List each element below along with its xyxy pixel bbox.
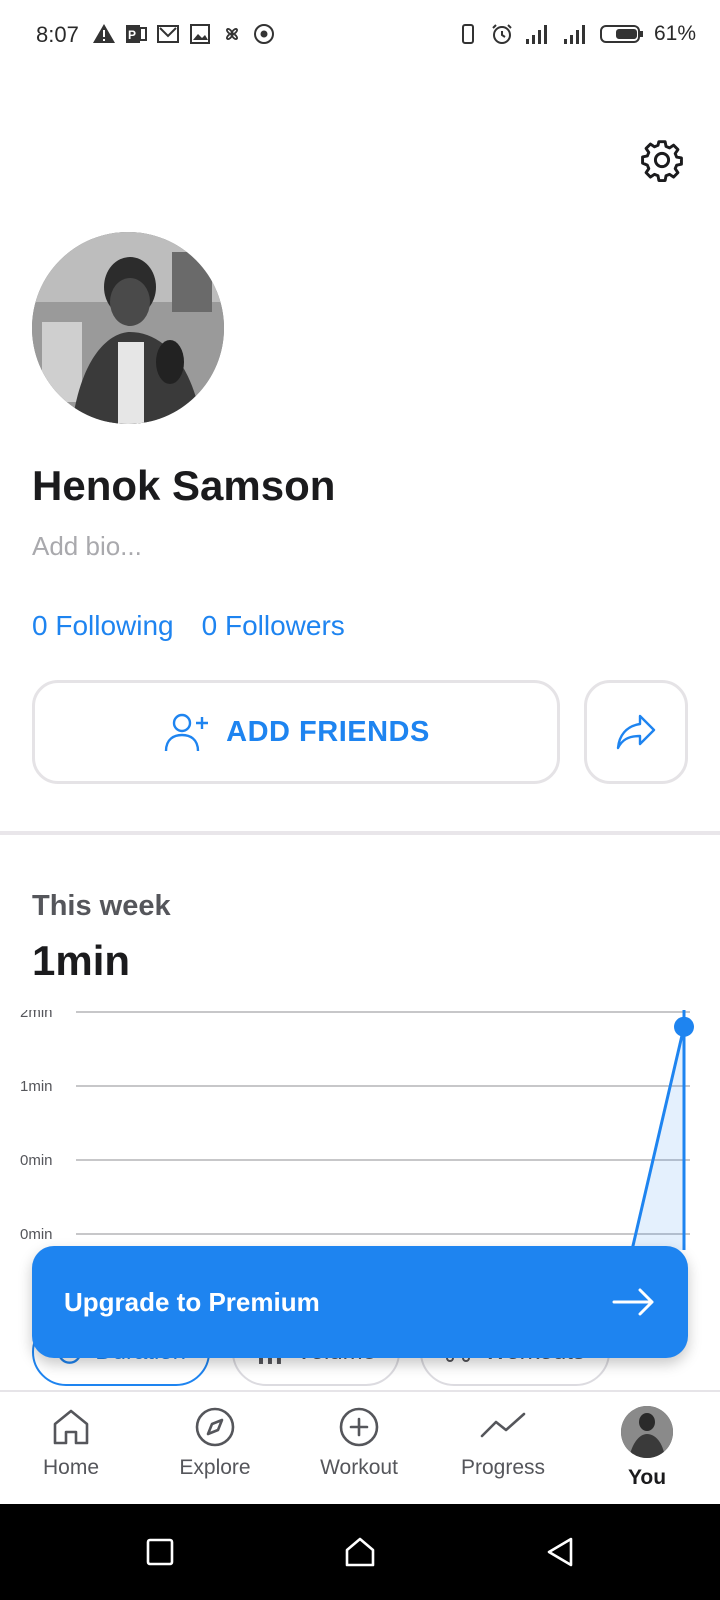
home-system-button[interactable]: [340, 1532, 380, 1572]
bottom-navigation: Home Explore Workout Progress You: [0, 1390, 720, 1504]
following-link[interactable]: 0 Following: [32, 610, 174, 642]
nav-progress[interactable]: Progress: [438, 1406, 568, 1480]
chart-data-point: [674, 1016, 694, 1037]
back-triangle-icon: [547, 1537, 573, 1567]
share-button[interactable]: [584, 680, 688, 784]
add-friends-label: ADD FRIENDS: [226, 715, 430, 748]
image-icon: [190, 24, 210, 44]
notification-icons: P: [92, 22, 276, 46]
system-navigation-bar: [0, 1504, 720, 1600]
add-bio-link[interactable]: Add bio...: [32, 531, 142, 562]
nav-you[interactable]: You: [582, 1406, 712, 1490]
pinwheel-icon: [226, 28, 238, 40]
profile-photo: [32, 232, 224, 424]
svg-text:P: P: [128, 28, 136, 42]
compass-icon: [195, 1407, 235, 1447]
status-bar: 8:07 P 61%: [0, 0, 720, 72]
alarm-icon: [492, 24, 512, 44]
gear-icon: [641, 140, 683, 182]
chart-y-tick-label: 2min: [20, 1010, 53, 1021]
home-icon: [53, 1409, 89, 1445]
recents-button[interactable]: [140, 1532, 180, 1572]
nav-avatar: [621, 1406, 673, 1458]
back-button[interactable]: [540, 1532, 580, 1572]
nav-workout[interactable]: Workout: [294, 1406, 424, 1480]
status-time: 8:07: [36, 22, 79, 47]
home-outline-icon: [345, 1537, 375, 1567]
square-icon: [146, 1538, 174, 1566]
add-friends-button[interactable]: ADD FRIENDS: [32, 680, 560, 784]
avatar-thumbnail: [621, 1406, 673, 1458]
nav-explore[interactable]: Explore: [150, 1406, 280, 1480]
chart-y-tick-label: 0min: [20, 1226, 53, 1243]
nav-progress-label: Progress: [460, 1456, 546, 1479]
upgrade-premium-banner[interactable]: Upgrade to Premium: [32, 1246, 688, 1358]
avatar[interactable]: [32, 232, 224, 424]
plus-circle-icon: [339, 1407, 379, 1447]
record-icon: [254, 24, 274, 44]
signal-icon-2: [563, 25, 585, 44]
section-divider: [0, 831, 720, 835]
follow-stats: 0 Following 0 Followers: [32, 610, 345, 642]
weekly-duration-chart: 2min 1min 0min 0min: [20, 1010, 694, 1251]
followers-link[interactable]: 0 Followers: [202, 610, 345, 642]
nav-you-label: You: [627, 1466, 667, 1489]
settings-button[interactable]: [638, 136, 686, 184]
arrow-right-icon: [612, 1288, 654, 1316]
system-status-icons: 61%: [456, 22, 696, 46]
mail-icon: [157, 25, 179, 43]
warning-icon: [93, 24, 115, 43]
nav-explore-label: Explore: [179, 1456, 251, 1479]
add-user-icon: [164, 713, 209, 752]
trend-line-icon: [480, 1412, 526, 1438]
office-icon: P: [126, 25, 147, 43]
battery-icon: [599, 25, 643, 43]
signal-icon: [525, 25, 547, 44]
week-label: This week: [32, 890, 171, 922]
nav-home-label: Home: [42, 1456, 100, 1479]
nav-workout-label: Workout: [320, 1456, 398, 1479]
vibrate-icon: [461, 24, 474, 44]
chart-y-tick-label: 0min: [20, 1152, 53, 1169]
week-value: 1min: [32, 937, 131, 984]
share-icon: [616, 714, 656, 750]
premium-label: Upgrade to Premium: [64, 1286, 320, 1317]
battery-percent: 61%: [653, 22, 696, 45]
profile-name: Henok Samson: [32, 462, 336, 509]
nav-home[interactable]: Home: [6, 1406, 136, 1480]
chart-y-tick-label: 1min: [20, 1078, 53, 1095]
